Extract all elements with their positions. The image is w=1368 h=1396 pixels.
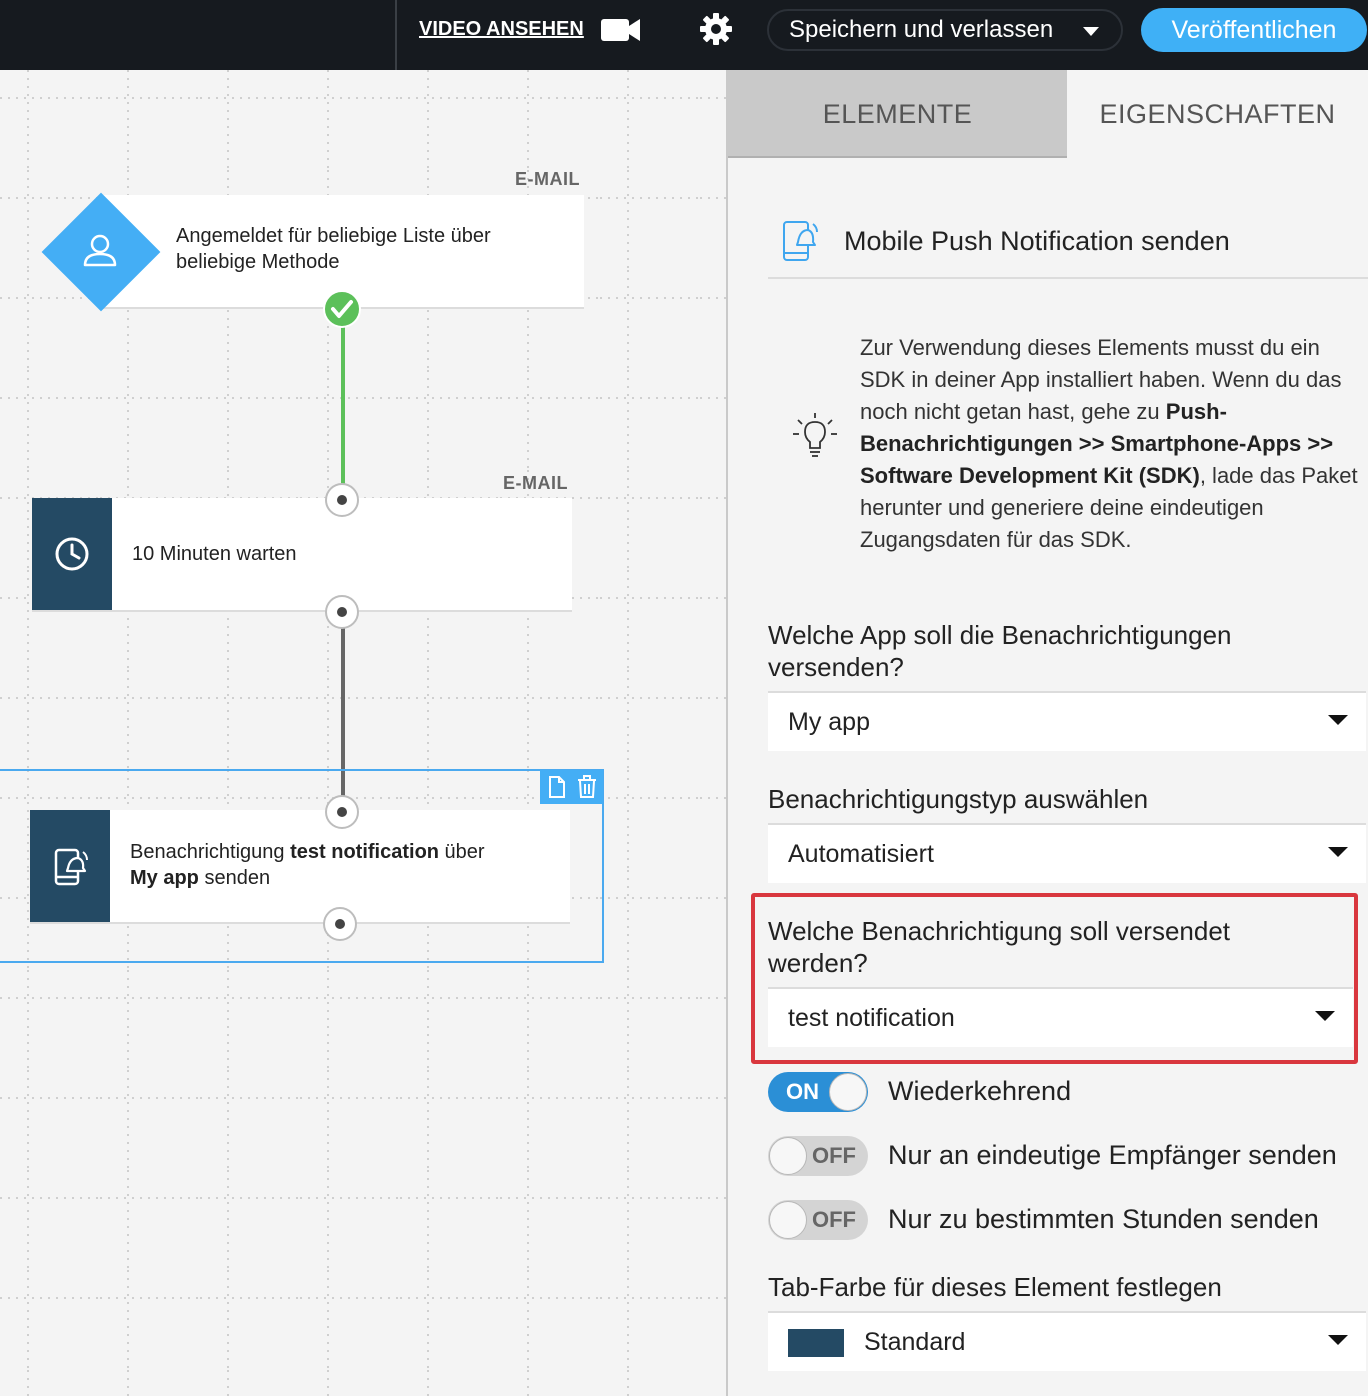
node-channel-label: E-MAIL: [515, 169, 580, 189]
app-select[interactable]: My app: [768, 691, 1366, 751]
connector-handle[interactable]: [323, 907, 357, 941]
chevron-down-icon: [1083, 27, 1099, 36]
specific-hours-toggle[interactable]: OFF: [768, 1200, 868, 1240]
push-node-text-part: über: [439, 841, 485, 863]
tab-elemente[interactable]: ELEMENTE: [728, 70, 1067, 158]
notification-type-value: Automatisiert: [788, 840, 934, 868]
trash-icon[interactable]: [576, 775, 598, 799]
toggle-knob: [829, 1073, 867, 1111]
tab-eigenschaften[interactable]: EIGENSCHAFTEN: [1067, 70, 1368, 158]
mobile-notification-icon: [54, 848, 88, 886]
app-question-label: Welche App soll die Benachrichtigungen v…: [768, 620, 1232, 682]
sdk-info-part: Zur Verwendung dieses Elements musst du …: [860, 335, 1342, 424]
caret-down-icon: [1328, 1335, 1348, 1345]
tab-color-label: Tab-Farbe für dieses Element festlegen: [768, 1272, 1222, 1302]
panel-title-divider: [768, 277, 1368, 279]
clock-icon: [55, 537, 89, 571]
publish-button[interactable]: Veröffentlichen: [1141, 8, 1367, 52]
toggle-state: OFF: [812, 1143, 856, 1168]
app-select-value: My app: [788, 708, 870, 736]
recurring-label: Wiederkehrend: [888, 1076, 1072, 1106]
save-and-exit-label: Speichern und verlassen: [789, 16, 1054, 43]
unique-recipients-toggle[interactable]: OFF: [768, 1136, 868, 1176]
push-node-notification-name: test notification: [290, 841, 439, 863]
save-and-exit-button[interactable]: Speichern und verlassen: [767, 9, 1123, 51]
toggle-state: ON: [786, 1079, 819, 1104]
success-check-icon: [323, 290, 361, 328]
caret-down-icon: [1328, 715, 1348, 725]
notification-type-select[interactable]: Automatisiert: [768, 823, 1366, 883]
user-icon: [83, 234, 117, 267]
connector-handle[interactable]: [325, 595, 359, 629]
recurring-toggle[interactable]: ON: [768, 1072, 868, 1112]
push-node-text-part: senden: [198, 867, 271, 889]
push-node-text: Benachrichtigung test notification über M…: [130, 839, 550, 891]
color-swatch: [788, 1329, 844, 1357]
trigger-node-text: Angemeldet für beliebige Liste über beli…: [176, 225, 491, 273]
tab-color-value: Standard: [864, 1328, 966, 1356]
node-channel-label: E-MAIL: [503, 473, 568, 493]
connector-handle[interactable]: [325, 795, 359, 829]
sdk-info-text: Zur Verwendung dieses Elements musst du …: [860, 332, 1360, 556]
wait-node[interactable]: 10 Minuten warten: [32, 498, 572, 610]
mobile-notification-icon: [783, 221, 818, 261]
caret-down-icon: [1328, 847, 1348, 857]
specific-hours-label: Nur zu bestimmten Stunden senden: [888, 1204, 1319, 1234]
tab-color-select[interactable]: Standard: [768, 1311, 1366, 1371]
toggle-knob: [769, 1201, 807, 1239]
unique-recipients-label: Nur an eindeutige Empfänger senden: [888, 1140, 1337, 1170]
toggle-state: OFF: [812, 1207, 856, 1232]
toggle-knob: [769, 1137, 807, 1175]
push-node-text-part: Benachrichtigung: [130, 841, 291, 863]
notification-type-label: Benachrichtigungstyp auswählen: [768, 784, 1149, 814]
panel-title: Mobile Push Notification senden: [844, 226, 1230, 256]
wait-node-text: 10 Minuten warten: [132, 543, 297, 565]
push-notification-node[interactable]: Benachrichtigung test notification über M…: [30, 810, 570, 922]
lightbulb-icon: [793, 413, 837, 457]
copy-icon[interactable]: [546, 775, 568, 799]
highlight-frame: [751, 893, 1358, 1064]
connector-handle[interactable]: [325, 483, 359, 517]
panel-separator: [726, 70, 728, 1396]
push-node-app-name: My app: [130, 867, 199, 889]
